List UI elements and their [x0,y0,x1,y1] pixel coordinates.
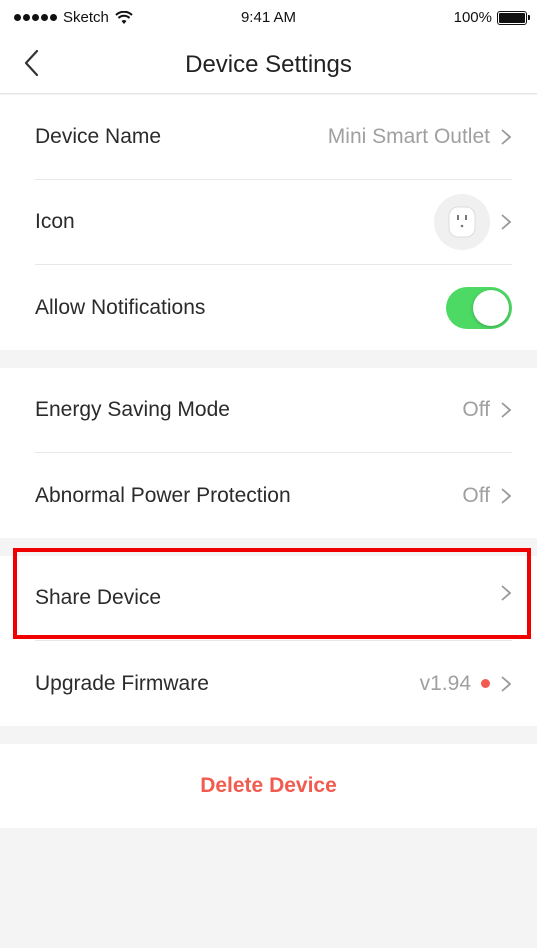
page-title: Device Settings [185,51,352,78]
delete-group: Delete Device [0,744,537,828]
chevron-right-icon [501,675,512,692]
row-label: Share Device [35,586,162,609]
row-allow-notifications: Allow Notifications [35,265,512,350]
row-label: Energy Saving Mode [35,398,230,421]
status-bar: Sketch 9:41 AM 100% [0,0,537,38]
battery-percent: 100% [453,9,492,26]
outlet-icon [434,194,490,250]
nav-bar: Device Settings [0,38,537,94]
status-right: 100% [453,9,530,26]
row-label: Abnormal Power Protection [35,483,291,507]
chevron-right-icon [501,129,512,145]
row-label: Device Name [35,125,162,148]
row-value: Mini Smart Outlet [327,125,490,148]
delete-device-button[interactable]: Delete Device [0,744,537,828]
toggle-knob [473,289,509,326]
row-value: Off [462,483,490,507]
row-share-device[interactable]: Share Device [35,556,512,641]
chevron-right-icon [501,214,512,230]
device-settings-screen: Sketch 9:41 AM 100% Device Settings Devi… [0,0,537,948]
battery-icon [497,10,530,25]
row-device-name[interactable]: Device Name Mini Smart Outlet [35,95,512,180]
row-label: Icon [35,210,75,233]
row-label: Upgrade Firmware [35,671,209,695]
row-abnormal-power-protection[interactable]: Abnormal Power Protection Off [35,453,512,538]
row-upgrade-firmware[interactable]: Upgrade Firmware v1.94 [35,641,512,726]
notifications-toggle[interactable] [446,286,512,329]
row-value: Off [462,398,490,421]
update-badge [481,679,490,688]
settings-group-power: Energy Saving Mode Off Abnormal Power Pr… [0,368,537,538]
chevron-right-icon [501,585,512,601]
settings-group-sharing: Share Device Upgrade Firmware v1.94 [0,556,537,726]
row-label: Allow Notifications [35,295,206,319]
row-energy-saving[interactable]: Energy Saving Mode Off [35,368,512,453]
chevron-right-icon [501,487,512,504]
row-value: v1.94 [419,671,471,695]
settings-group-device: Device Name Mini Smart Outlet Icon Allow… [0,95,537,350]
chevron-right-icon [501,402,512,418]
row-icon[interactable]: Icon [35,180,512,265]
